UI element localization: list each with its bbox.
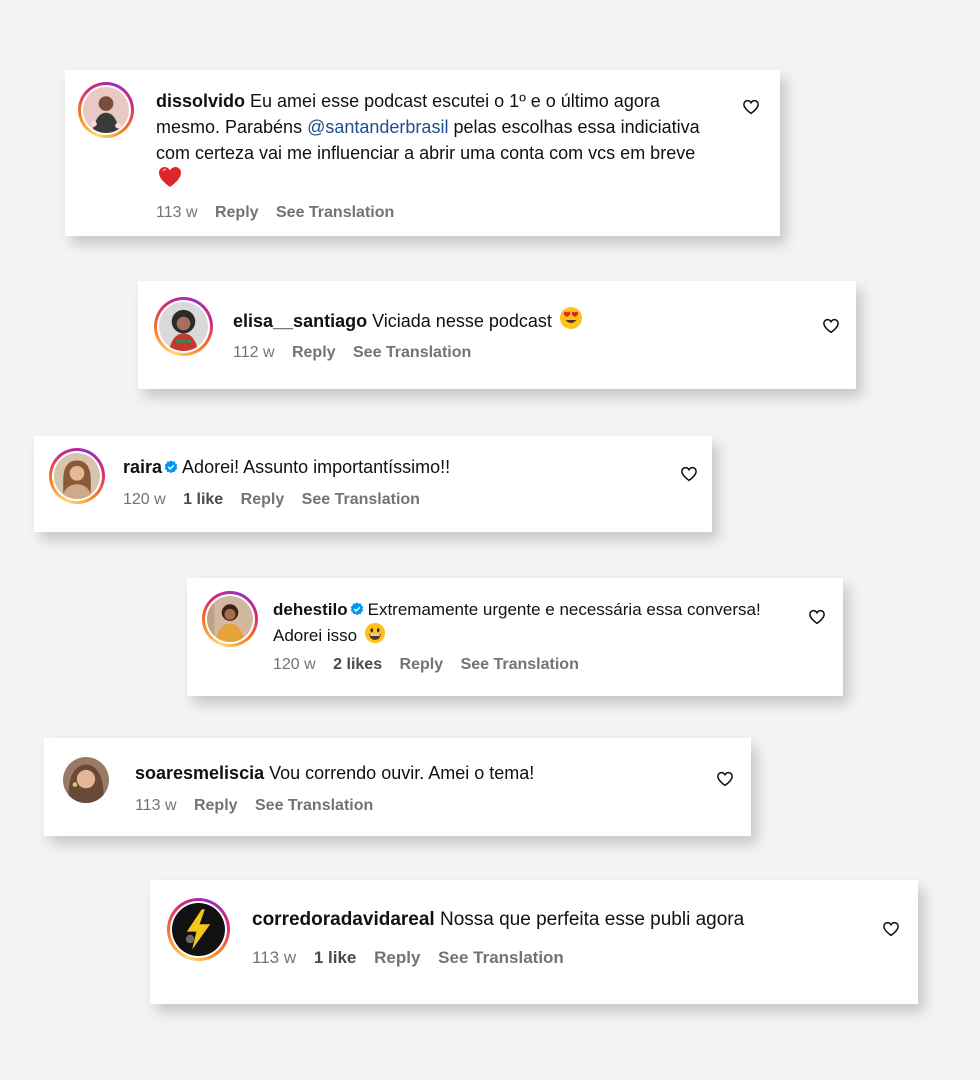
see-translation-button[interactable]: See Translation (255, 797, 373, 814)
comment-text: raira Adorei! Assunto importantíssimo!! (123, 454, 663, 480)
comment-text: dissolvido Eu amei esse podcast escutei … (156, 88, 716, 195)
reply-button[interactable]: Reply (292, 344, 336, 361)
heart-outline-icon[interactable] (822, 317, 840, 335)
comment-text: elisa__santiago Viciada nesse podcast (233, 306, 793, 337)
timestamp: 113 w (135, 797, 177, 814)
likes-count[interactable]: 1 like (183, 491, 223, 508)
username[interactable]: elisa__santiago (233, 311, 367, 331)
see-translation-button[interactable]: See Translation (302, 491, 420, 508)
username[interactable]: soaresmeliscia (135, 763, 264, 783)
comment-meta: 113 w 1 like Reply See Translation (252, 948, 577, 968)
avatar[interactable] (49, 448, 105, 504)
username[interactable]: raira (123, 457, 162, 477)
heart-outline-icon[interactable] (716, 770, 734, 788)
comment-body: Vou correndo ouvir. Amei o tema! (269, 763, 535, 783)
reply-button[interactable]: Reply (194, 797, 238, 814)
comment-card: corredoradavidareal Nossa que perfeita e… (150, 880, 918, 1004)
reply-button[interactable]: Reply (241, 491, 285, 508)
comment-card: dehestilo Extremamente urgente e necessár… (187, 578, 843, 696)
heart-outline-icon[interactable] (680, 465, 698, 483)
heart-outline-icon[interactable] (808, 608, 826, 626)
avatar[interactable] (63, 757, 109, 803)
avatar[interactable] (78, 82, 134, 138)
comment-card: raira Adorei! Assunto importantíssimo!! 1… (34, 436, 712, 532)
likes-count[interactable]: 2 likes (333, 656, 382, 673)
reply-button[interactable]: Reply (374, 948, 420, 967)
heart-eyes-emoji-icon (559, 306, 583, 337)
timestamp: 120 w (123, 491, 166, 508)
timestamp: 112 w (233, 344, 275, 361)
heart-outline-icon[interactable] (882, 920, 900, 938)
avatar[interactable] (154, 297, 213, 356)
timestamp: 120 w (273, 656, 316, 673)
username[interactable]: corredoradavidareal (252, 909, 435, 930)
mention-link[interactable]: @santanderbrasil (307, 117, 448, 137)
see-translation-button[interactable]: See Translation (461, 656, 579, 673)
avatar[interactable] (202, 591, 258, 647)
likes-count[interactable]: 1 like (314, 948, 357, 967)
comment-text: soaresmeliscia Vou correndo ouvir. Amei … (135, 760, 695, 786)
comment-meta: 120 w 1 like Reply See Translation (123, 491, 433, 509)
comment-body: Viciada nesse podcast (372, 311, 552, 331)
reply-button[interactable]: Reply (400, 656, 444, 673)
username[interactable]: dissolvido (156, 91, 245, 111)
reply-button[interactable]: Reply (215, 204, 259, 221)
timestamp: 113 w (252, 948, 297, 967)
timestamp: 113 w (156, 204, 198, 221)
comment-body: Adorei! Assunto importantíssimo!! (182, 457, 451, 477)
see-translation-button[interactable]: See Translation (438, 948, 564, 967)
heart-outline-icon[interactable] (742, 98, 760, 116)
comment-body: Nossa que perfeita esse publi agora (439, 909, 745, 930)
comment-card: elisa__santiago Viciada nesse podcast 11… (138, 281, 856, 389)
comment-meta: 113 w Reply See Translation (135, 797, 386, 815)
see-translation-button[interactable]: See Translation (276, 204, 394, 221)
grinning-emoji-icon (364, 622, 386, 651)
verified-badge-icon (164, 460, 178, 474)
comment-meta: 113 w Reply See Translation (156, 204, 407, 222)
see-translation-button[interactable]: See Translation (353, 344, 471, 361)
red-heart-emoji-icon (158, 166, 182, 195)
comment-meta: 112 w Reply See Translation (233, 344, 484, 362)
verified-badge-icon (350, 602, 363, 616)
comment-text: corredoradavidareal Nossa que perfeita e… (252, 907, 852, 933)
comment-text: dehestilo Extremamente urgente e necessár… (273, 597, 793, 651)
comment-meta: 120 w 2 likes Reply See Translation (273, 656, 592, 674)
avatar[interactable] (167, 898, 230, 961)
username[interactable]: dehestilo (273, 600, 348, 619)
comment-card: soaresmeliscia Vou correndo ouvir. Amei … (44, 738, 751, 836)
comment-card: dissolvido Eu amei esse podcast escutei … (65, 70, 780, 236)
